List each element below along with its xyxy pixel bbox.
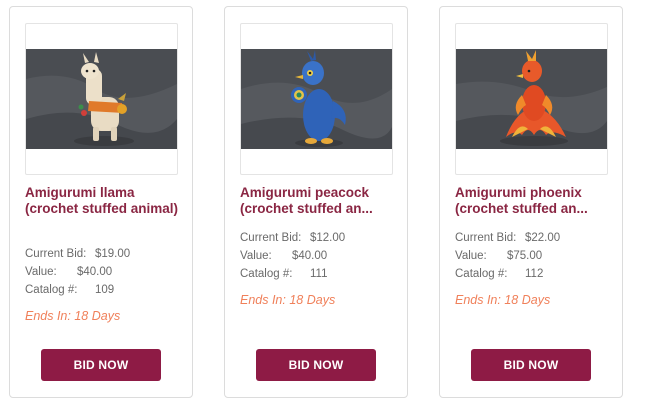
auction-card-peacock[interactable]: Amigurumi peacock (crochet stuffed an...… bbox=[224, 6, 408, 398]
current-bid-row: Current Bid: $19.00 bbox=[25, 245, 185, 263]
value-row: Value: $40.00 bbox=[25, 263, 185, 281]
value-label: Value: bbox=[240, 250, 272, 262]
catalog-number: 112 bbox=[525, 268, 544, 280]
value-amount: $40.00 bbox=[77, 266, 113, 278]
current-bid-label: Current Bid: bbox=[240, 232, 302, 244]
current-bid-label: Current Bid: bbox=[25, 248, 87, 260]
value-row: Value: $40.00 bbox=[240, 247, 400, 265]
current-bid-label: Current Bid: bbox=[455, 232, 517, 244]
catalog-label: Catalog #: bbox=[455, 268, 508, 280]
value-amount: $75.00 bbox=[507, 250, 543, 262]
ends-in-label: Ends In: 18 Days bbox=[455, 293, 551, 307]
peacock-photo[interactable] bbox=[241, 49, 392, 149]
item-image-frame[interactable] bbox=[25, 23, 178, 175]
item-details: Current Bid: $12.00 Value: $40.00 Catalog … bbox=[240, 229, 400, 283]
item-title[interactable]: Amigurumi llama (crochet stuffed animal) bbox=[25, 185, 185, 217]
current-bid-row: Current Bid: $22.00 bbox=[455, 229, 615, 247]
catalog-number: 109 bbox=[95, 284, 115, 296]
catalog-label: Catalog #: bbox=[25, 284, 78, 296]
item-details: Current Bid: $19.00 Value: $40.00 Catalog … bbox=[25, 245, 185, 299]
bid-now-button[interactable]: BID NOW bbox=[471, 349, 591, 381]
auction-card-grid: Amigurumi llama (crochet stuffed animal)… bbox=[0, 0, 646, 401]
value-label: Value: bbox=[25, 266, 57, 278]
item-title[interactable]: Amigurumi peacock (crochet stuffed an... bbox=[240, 185, 400, 217]
catalog-label: Catalog #: bbox=[240, 268, 293, 280]
catalog-number: 111 bbox=[310, 268, 328, 280]
item-image-frame[interactable] bbox=[455, 23, 608, 175]
phoenix-photo[interactable] bbox=[456, 49, 607, 149]
item-image-frame[interactable] bbox=[240, 23, 393, 175]
current-bid-value: $22.00 bbox=[525, 232, 561, 244]
bid-now-button[interactable]: BID NOW bbox=[256, 349, 376, 381]
catalog-row: Catalog #: 109 bbox=[25, 281, 185, 299]
auction-card-llama[interactable]: Amigurumi llama (crochet stuffed animal)… bbox=[9, 6, 193, 398]
ends-in-label: Ends In: 18 Days bbox=[240, 293, 336, 307]
current-bid-value: $19.00 bbox=[95, 248, 131, 260]
catalog-row: Catalog #: 111 bbox=[240, 265, 400, 283]
value-amount: $40.00 bbox=[292, 250, 328, 262]
value-label: Value: bbox=[455, 250, 487, 262]
llama-photo[interactable] bbox=[26, 49, 177, 149]
item-title[interactable]: Amigurumi phoenix (crochet stuffed an... bbox=[455, 185, 615, 217]
current-bid-row: Current Bid: $12.00 bbox=[240, 229, 400, 247]
current-bid-value: $12.00 bbox=[310, 232, 346, 244]
item-details: Current Bid: $22.00 Value: $75.00 Catalog … bbox=[455, 229, 615, 283]
catalog-row: Catalog #: 112 bbox=[455, 265, 615, 283]
ends-in-label: Ends In: 18 Days bbox=[25, 309, 121, 323]
auction-card-phoenix[interactable]: Amigurumi phoenix (crochet stuffed an...… bbox=[439, 6, 623, 398]
value-row: Value: $75.00 bbox=[455, 247, 615, 265]
bid-now-button[interactable]: BID NOW bbox=[41, 349, 161, 381]
